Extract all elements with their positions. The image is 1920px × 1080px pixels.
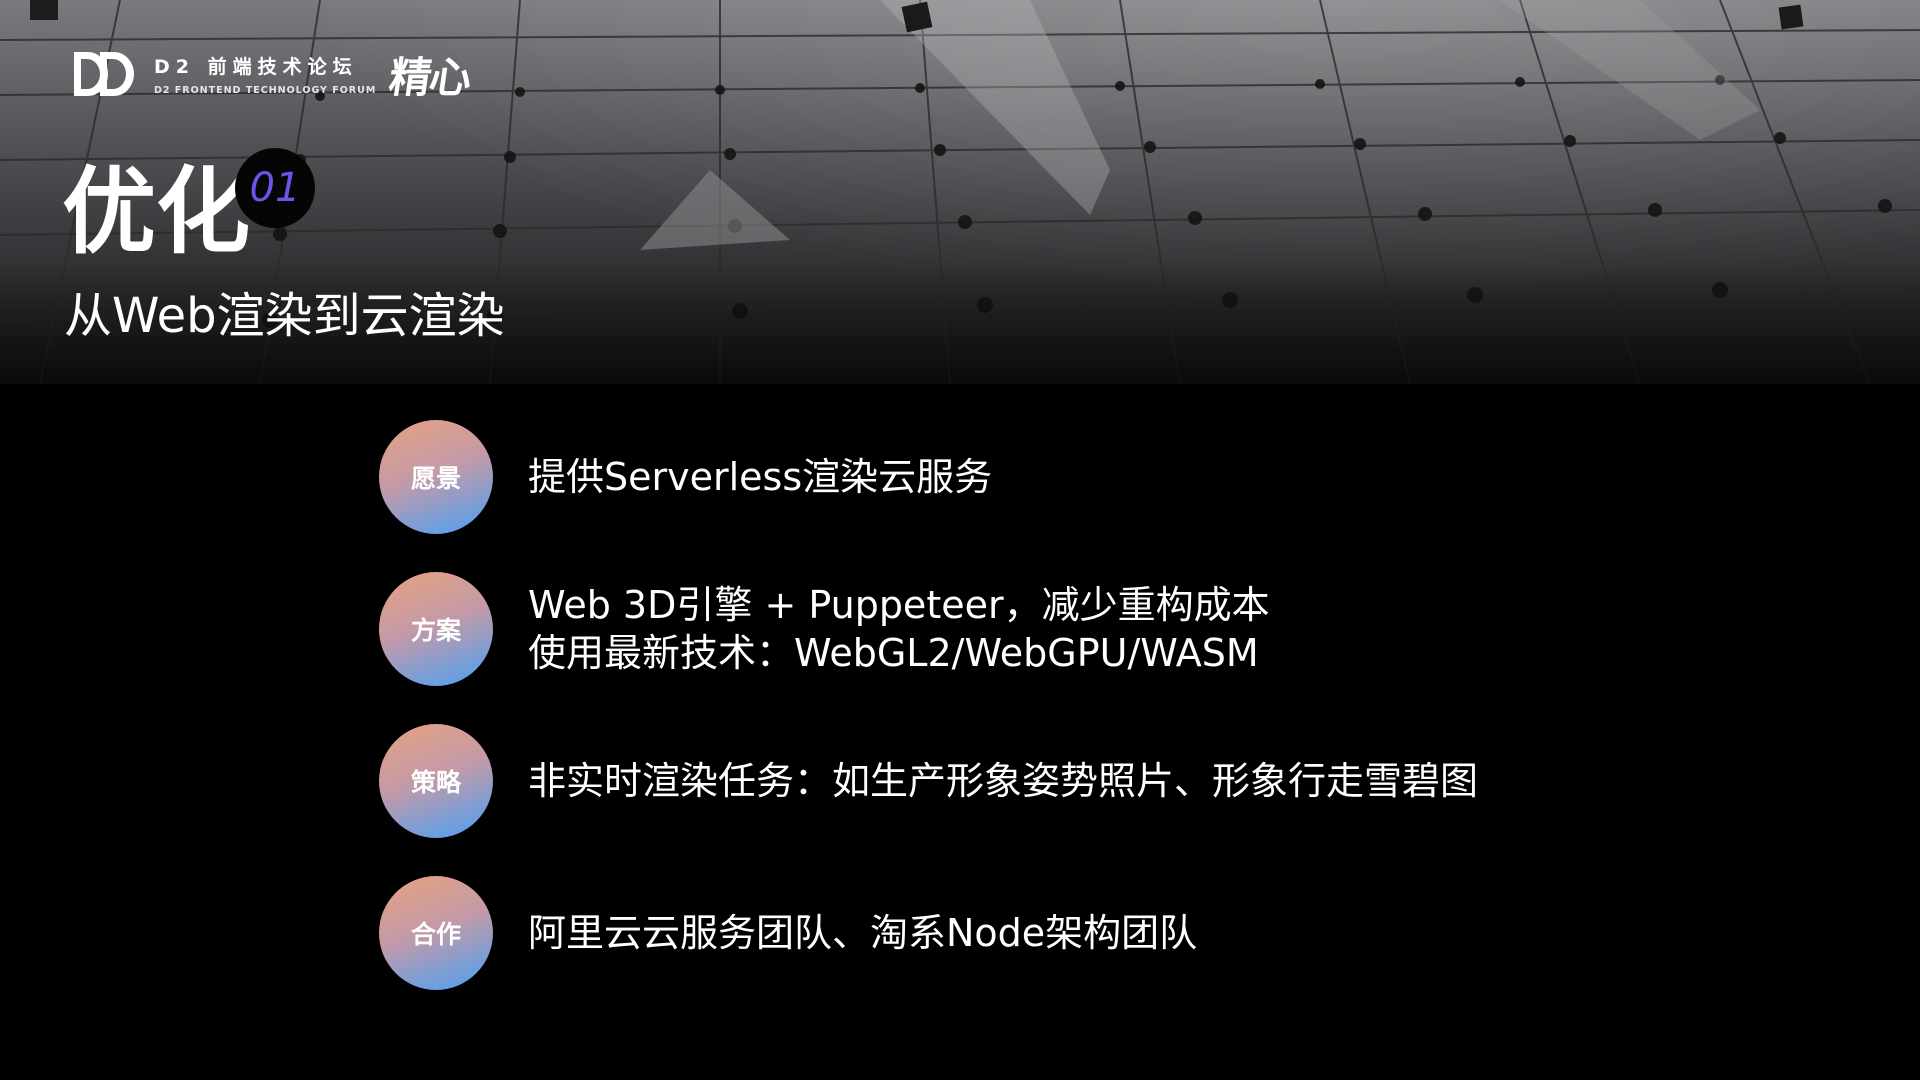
brand-logo: D2 前端技术论坛 D2 FRONTEND TECHNOLOGY FORUM — [74, 52, 376, 96]
badge-plan: 方案 — [379, 572, 493, 686]
item-line: Web 3D引擎 + Puppeteer，减少重构成本 — [528, 583, 1270, 627]
brand-tagline: 精心 — [386, 53, 474, 102]
item-line: 使用最新技术：WebGL2/WebGPU/WASM — [528, 631, 1259, 675]
item-text: 提供Serverless渲染云服务 — [528, 453, 992, 501]
list-item-plan: 方案 Web 3D引擎 + Puppeteer，减少重构成本 使用最新技术：We… — [379, 572, 1270, 686]
section-subtitle: 从Web渲染到云渲染 — [64, 288, 505, 344]
item-line: 提供Serverless渲染云服务 — [528, 455, 993, 499]
list-item-strategy: 策略 非实时渲染任务：如生产形象姿势照片、形象行走雪碧图 — [379, 724, 1478, 838]
item-line: 阿里云云服务团队、淘系Node架构团队 — [528, 911, 1198, 955]
item-line: 非实时渲染任务：如生产形象姿势照片、形象行走雪碧图 — [528, 759, 1479, 803]
item-text: 阿里云云服务团队、淘系Node架构团队 — [528, 909, 1197, 957]
list-item-cooperation: 合作 阿里云云服务团队、淘系Node架构团队 — [379, 876, 1197, 990]
badge-cooperation: 合作 — [379, 876, 493, 990]
brand-title: D2 前端技术论坛 — [154, 56, 358, 78]
section-number: 01 — [235, 148, 315, 228]
item-text: Web 3D引擎 + Puppeteer，减少重构成本 使用最新技术：WebGL… — [528, 581, 1270, 677]
d2-logo-icon — [74, 52, 134, 96]
brand-text: D2 前端技术论坛 D2 FRONTEND TECHNOLOGY FORUM — [154, 52, 376, 96]
badge-vision: 愿景 — [379, 420, 493, 534]
brand-subtitle: D2 FRONTEND TECHNOLOGY FORUM — [154, 85, 377, 96]
item-text: 非实时渲染任务：如生产形象姿势照片、形象行走雪碧图 — [528, 757, 1478, 805]
section-title: 优化 — [62, 158, 251, 267]
list-item-vision: 愿景 提供Serverless渲染云服务 — [379, 420, 992, 534]
badge-strategy: 策略 — [379, 724, 493, 838]
